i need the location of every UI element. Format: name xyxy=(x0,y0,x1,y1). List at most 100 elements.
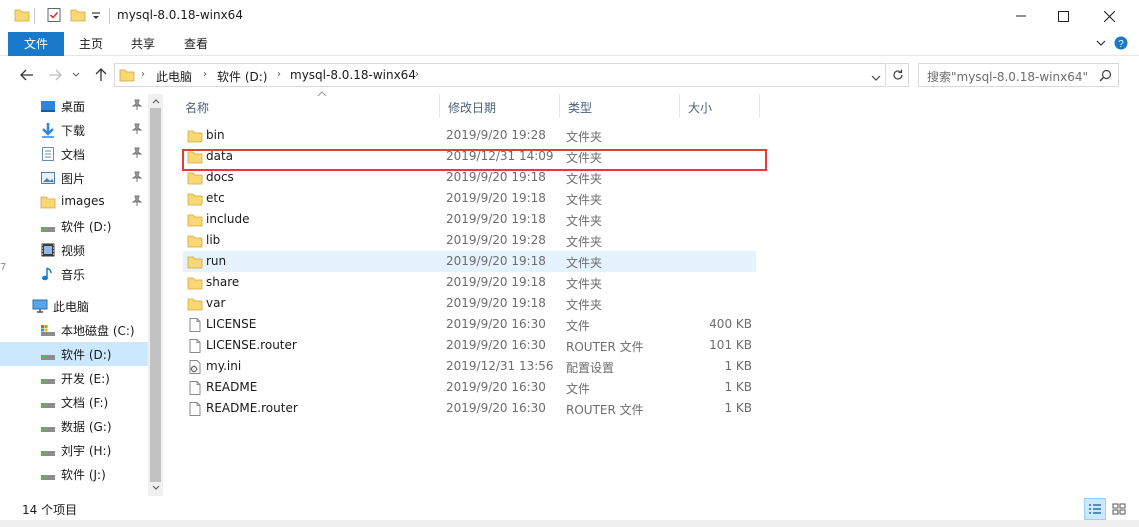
folder-icon xyxy=(187,170,203,186)
file-date: 2019/9/20 19:28 xyxy=(446,233,546,247)
sidebar-item-drive-d-quick[interactable]: 软件 (D:) xyxy=(0,214,148,238)
minimize-button[interactable] xyxy=(998,0,1044,32)
recent-locations-button[interactable] xyxy=(70,67,82,83)
details-view-icon xyxy=(1089,504,1101,514)
new-folder-icon[interactable] xyxy=(70,7,86,26)
file-name: bin xyxy=(206,128,225,142)
download-icon xyxy=(40,122,56,138)
breadcrumb-separator-icon[interactable]: › xyxy=(277,69,281,80)
sidebar-item-label: 数据 (G:) xyxy=(61,420,112,434)
file-row[interactable]: lib 2019/9/20 19:28 文件夹 xyxy=(183,230,756,251)
title-bar: mysql-8.0.18-winx64 xyxy=(0,0,1139,32)
maximize-button[interactable] xyxy=(1040,0,1086,32)
sidebar-item-downloads[interactable]: 下载 xyxy=(0,118,148,142)
sidebar-item-drive-e[interactable]: 开发 (E:) xyxy=(0,366,148,390)
sidebar-item-desktop[interactable]: 桌面 xyxy=(0,94,148,118)
file-row[interactable]: README.router 2019/9/20 16:30 ROUTER 文件 1 K… xyxy=(183,398,756,419)
file-row[interactable]: include 2019/9/20 19:18 文件夹 xyxy=(183,209,756,230)
sidebar-scrollbar[interactable] xyxy=(148,94,163,496)
search-icon[interactable] xyxy=(1099,69,1112,85)
details-view-button[interactable] xyxy=(1084,498,1106,520)
up-button[interactable] xyxy=(92,67,110,83)
breadcrumb-this-pc[interactable]: 此电脑 xyxy=(156,68,192,85)
file-size: 1 KB xyxy=(724,380,752,394)
address-history-icon[interactable] xyxy=(871,71,881,85)
file-type: 文件夹 xyxy=(566,172,603,186)
pin-icon[interactable] xyxy=(131,171,143,186)
file-type: 文件夹 xyxy=(566,235,603,249)
pin-icon[interactable] xyxy=(131,195,143,210)
address-bar[interactable]: › 此电脑 › 软件 (D:) › mysql-8.0.18-winx64 › xyxy=(114,63,886,87)
sidebar-item-drive-d[interactable]: 软件 (D:) xyxy=(0,342,148,366)
file-row[interactable]: share 2019/9/20 19:18 文件夹 xyxy=(183,272,756,293)
file-type: 文件夹 xyxy=(566,277,603,291)
refresh-button[interactable] xyxy=(887,63,909,87)
expand-ribbon-icon[interactable] xyxy=(1095,37,1107,52)
document-icon xyxy=(40,146,56,162)
folder-icon xyxy=(187,275,203,291)
sidebar-item-drive-g[interactable]: 数据 (G:) xyxy=(0,414,148,438)
customize-toolbar-icon[interactable] xyxy=(91,10,101,24)
search-input[interactable]: 搜索"mysql-8.0.18-winx64" xyxy=(927,68,1088,85)
tab-home[interactable]: 主页 xyxy=(70,32,112,56)
file-row[interactable]: LICENSE 2019/9/20 16:30 文件 400 KB xyxy=(183,314,756,335)
tab-view[interactable]: 查看 xyxy=(174,32,218,56)
file-row[interactable]: var 2019/9/20 19:18 文件夹 xyxy=(183,293,756,314)
file-row[interactable]: run 2019/9/20 19:18 文件夹 xyxy=(183,251,756,272)
file-row[interactable]: etc 2019/9/20 19:18 文件夹 xyxy=(183,188,756,209)
sidebar-item-this-pc[interactable]: 此电脑 xyxy=(0,294,148,318)
breadcrumb-separator-icon[interactable]: › xyxy=(203,69,207,80)
file-row[interactable]: README 2019/9/20 16:30 文件 1 KB xyxy=(183,377,756,398)
sidebar-item-label: 图片 xyxy=(61,172,86,186)
scroll-down-icon[interactable] xyxy=(148,480,163,494)
sidebar-item-drive-h[interactable]: 刘宇 (H:) xyxy=(0,438,148,462)
column-header-size[interactable]: 大小 xyxy=(680,94,760,118)
drive-icon xyxy=(40,218,56,234)
breadcrumb-drive[interactable]: 软件 (D:) xyxy=(217,68,267,85)
sidebar-item-music[interactable]: 音乐 xyxy=(0,262,148,286)
scroll-up-icon[interactable] xyxy=(148,94,163,108)
forward-button[interactable] xyxy=(46,67,64,83)
column-header-date[interactable]: 修改日期 xyxy=(440,94,560,118)
sidebar-item-drive-j[interactable]: 软件 (J:) xyxy=(0,462,148,486)
sidebar-item-pictures[interactable]: 图片 xyxy=(0,166,148,190)
scrollbar-thumb[interactable] xyxy=(150,108,161,482)
breadcrumb-separator-icon[interactable]: › xyxy=(141,69,145,80)
sidebar-item-label: 此电脑 xyxy=(53,300,90,314)
sidebar-item-drive-f[interactable]: 文档 (F:) xyxy=(0,390,148,414)
sidebar-item-images[interactable]: images xyxy=(0,190,148,214)
file-row[interactable]: bin 2019/9/20 19:28 文件夹 xyxy=(183,125,756,146)
search-box[interactable]: 搜索"mysql-8.0.18-winx64" xyxy=(918,63,1119,87)
folder-icon xyxy=(187,296,203,312)
properties-icon[interactable] xyxy=(46,7,62,26)
file-row[interactable]: my.ini 2019/12/31 13:56 配置设置 1 KB xyxy=(183,356,756,377)
help-icon[interactable]: ? xyxy=(1114,36,1128,53)
close-button[interactable] xyxy=(1086,0,1132,32)
refresh-icon xyxy=(892,69,903,80)
large-icons-view-button[interactable] xyxy=(1108,498,1130,520)
file-name: docs xyxy=(206,170,234,184)
breadcrumb-separator-icon[interactable]: › xyxy=(415,69,419,80)
pin-icon[interactable] xyxy=(131,123,143,138)
breadcrumb-folder[interactable]: mysql-8.0.18-winx64 xyxy=(290,68,416,82)
sidebar-item-drive-c[interactable]: 本地磁盘 (C:) xyxy=(0,318,148,342)
folder-icon xyxy=(187,191,203,207)
file-size: 1 KB xyxy=(724,401,752,415)
tab-share[interactable]: 共享 xyxy=(122,32,164,56)
back-button[interactable] xyxy=(18,67,36,83)
tab-file[interactable]: 文件 xyxy=(8,32,64,56)
file-type: 文件 xyxy=(566,382,591,396)
file-date: 2019/9/20 19:18 xyxy=(446,170,546,184)
column-header-type[interactable]: 类型 xyxy=(560,94,680,118)
column-header-name[interactable]: 名称 xyxy=(177,91,440,118)
pin-icon[interactable] xyxy=(131,147,143,162)
pin-icon[interactable] xyxy=(131,99,143,114)
sidebar-item-videos[interactable]: 视频 xyxy=(0,238,148,262)
sidebar-item-documents[interactable]: 文档 xyxy=(0,142,148,166)
svg-text:?: ? xyxy=(1118,39,1124,50)
music-icon xyxy=(40,266,56,282)
maximize-icon xyxy=(1057,10,1069,22)
file-icon xyxy=(187,338,203,354)
sidebar-item-label: 视频 xyxy=(61,244,86,258)
file-row[interactable]: LICENSE.router 2019/9/20 16:30 ROUTER 文件 10… xyxy=(183,335,756,356)
